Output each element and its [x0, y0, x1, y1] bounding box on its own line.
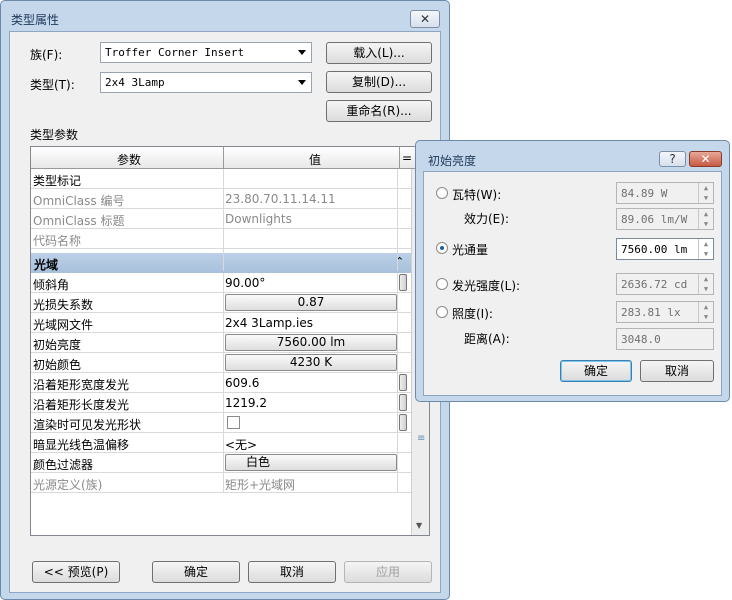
- load-button[interactable]: 载入(L)...: [326, 42, 432, 64]
- help-icon: ?: [669, 152, 676, 166]
- efficacy-input: 89.06 lm/W ▲ ▼: [616, 208, 714, 230]
- type-params-label: 类型参数: [30, 128, 79, 142]
- spin-down-icon[interactable]: ▼: [698, 249, 713, 259]
- table-row[interactable]: 光域网文件 2x4 3Lamp.ies: [31, 313, 411, 333]
- initial-intensity-dialog: 初始亮度 ? ✕ 瓦特(W): 84.89 W ▲ ▼ 效力(E): 89.06 l…: [415, 140, 730, 402]
- help-button[interactable]: ?: [659, 151, 686, 167]
- spin-up-icon[interactable]: ▲: [698, 239, 713, 249]
- table-row[interactable]: OmniClass 标题 Downlights: [31, 209, 411, 229]
- row-slider-handle[interactable]: [399, 274, 407, 291]
- flux-label: 光通量: [452, 243, 489, 257]
- column-param[interactable]: 参数: [117, 151, 141, 168]
- table-header: 参数 值 =: [31, 147, 429, 169]
- scroll-down-icon[interactable]: ▼: [416, 521, 422, 530]
- table-row[interactable]: OmniClass 编号 23.80.70.11.14.11: [31, 189, 411, 209]
- watt-input: 84.89 W ▲ ▼: [616, 182, 714, 204]
- distance-label: 距离(A):: [464, 332, 510, 346]
- table-row[interactable]: 代码名称: [31, 229, 411, 249]
- spin-up-icon: ▲: [698, 274, 713, 284]
- cancel-button[interactable]: 取消: [248, 561, 336, 583]
- illuminance-radio[interactable]: [436, 306, 448, 318]
- duplicate-button[interactable]: 复制(D)...: [326, 71, 432, 93]
- watt-label: 瓦特(W):: [452, 188, 502, 202]
- flux-input[interactable]: 7560.00 lm ▲ ▼: [616, 238, 714, 260]
- table-row[interactable]: 初始亮度 7560.00 lm: [31, 333, 411, 353]
- spin-down-icon: ▼: [698, 284, 713, 294]
- initial-color-button[interactable]: 4230 K: [225, 354, 397, 371]
- watt-radio[interactable]: [436, 187, 448, 199]
- initial-intensity-button[interactable]: 7560.00 lm: [225, 334, 397, 351]
- close-button[interactable]: ✕: [410, 10, 440, 28]
- type-select[interactable]: 2x4 3Lamp: [100, 72, 312, 93]
- group-header-photometrics[interactable]: 光域 ⌃: [31, 253, 411, 273]
- scroll-grip-icon: ≡: [417, 433, 426, 444]
- spin-down-icon: ▼: [698, 219, 713, 229]
- ok-button[interactable]: 确定: [560, 360, 632, 382]
- table-row[interactable]: 颜色过滤器 白色: [31, 453, 411, 473]
- intensity-label: 发光强度(L):: [452, 279, 521, 293]
- table-row[interactable]: 渲染时可见发光形状: [31, 413, 411, 433]
- family-select[interactable]: Troffer Corner Insert: [100, 42, 312, 63]
- spin-up-icon: ▲: [698, 302, 713, 312]
- type-value: 2x4 3Lamp: [105, 76, 165, 89]
- loss-factor-button[interactable]: 0.87: [225, 294, 397, 311]
- dialog-body: 族(F): Troffer Corner Insert 载入(L)... 类型(…: [9, 31, 441, 593]
- close-icon: ✕: [700, 152, 711, 166]
- family-value: Troffer Corner Insert: [105, 46, 245, 59]
- intensity-dialog-body: 瓦特(W): 84.89 W ▲ ▼ 效力(E): 89.06 lm/W ▲ ▼ 光通量…: [423, 171, 722, 396]
- rename-button[interactable]: 重命名(R)...: [326, 100, 432, 122]
- row-slider-handle[interactable]: [399, 414, 407, 431]
- table-row[interactable]: 类型标记: [31, 169, 411, 189]
- table-row[interactable]: 倾斜角 90.00°: [31, 273, 411, 293]
- chevron-down-icon: [298, 80, 306, 85]
- illuminance-label: 照度(I):: [452, 307, 493, 321]
- table-row[interactable]: 沿着矩形宽度发光 609.6: [31, 373, 411, 393]
- intensity-dialog-title: 初始亮度: [428, 154, 477, 168]
- efficacy-label: 效力(E):: [464, 212, 509, 226]
- spin-down-icon: ▼: [698, 312, 713, 322]
- table-row[interactable]: 沿着矩形长度发光 1219.2: [31, 393, 411, 413]
- column-equals[interactable]: =: [402, 151, 412, 165]
- intensity-radio[interactable]: [436, 278, 448, 290]
- visible-shape-checkbox[interactable]: [227, 416, 240, 429]
- table-row[interactable]: 光损失系数 0.87: [31, 293, 411, 313]
- group-label: 光域: [34, 258, 59, 272]
- cancel-button[interactable]: 取消: [640, 360, 714, 382]
- type-properties-dialog: 类型属性 ✕ 族(F): Troffer Corner Insert 载入(L)…: [0, 0, 450, 600]
- spin-up-icon: ▲: [698, 209, 713, 219]
- apply-button: 应用: [344, 561, 432, 583]
- family-label: 族(F):: [30, 48, 63, 62]
- spin-down-icon: ▼: [698, 193, 713, 203]
- preview-button[interactable]: << 预览(P): [32, 561, 120, 583]
- flux-radio[interactable]: [436, 242, 448, 254]
- ok-button[interactable]: 确定: [152, 561, 240, 583]
- close-button[interactable]: ✕: [689, 151, 722, 167]
- table-row[interactable]: 光源定义(族) 矩形+光域网: [31, 473, 411, 493]
- row-slider-handle[interactable]: [399, 394, 407, 411]
- spin-up-icon: ▲: [698, 183, 713, 193]
- dialog-title: 类型属性: [11, 13, 60, 27]
- row-slider-handle[interactable]: [399, 374, 407, 391]
- column-value[interactable]: 值: [309, 151, 321, 168]
- table-row[interactable]: 暗显光线色温偏移 <无>: [31, 433, 411, 453]
- type-label: 类型(T):: [30, 78, 75, 92]
- parameter-table: 参数 值 = 类型标记 OmniClass 编号 23.80.70.11.14.1…: [30, 146, 430, 536]
- intensity-input: 2636.72 cd ▲ ▼: [616, 273, 714, 295]
- illuminance-input: 283.81 lx ▲ ▼: [616, 301, 714, 323]
- table-row[interactable]: 初始颜色 4230 K: [31, 353, 411, 373]
- chevron-down-icon: [298, 50, 306, 55]
- distance-input: 3048.0: [616, 328, 714, 350]
- color-filter-button[interactable]: 白色: [225, 454, 397, 471]
- close-icon: ✕: [419, 12, 431, 26]
